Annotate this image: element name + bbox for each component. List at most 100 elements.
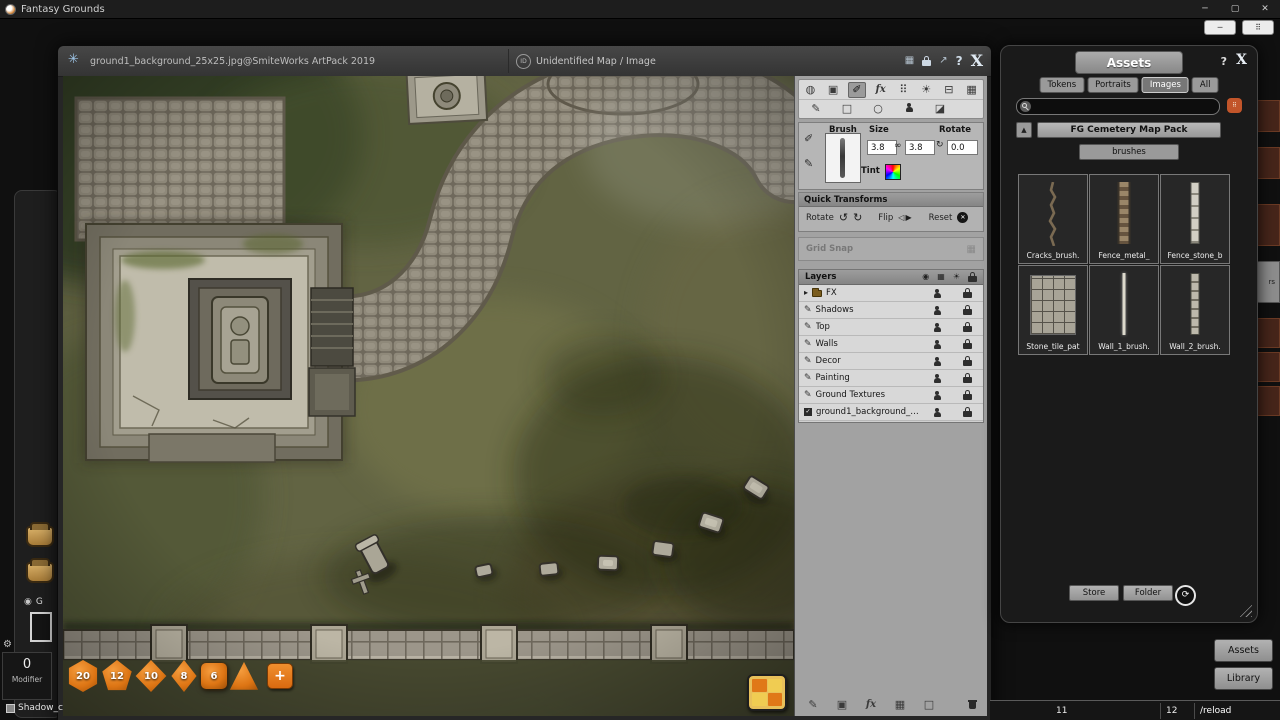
brushes-folder-button[interactable]: brushes bbox=[1079, 144, 1179, 160]
lock-icon[interactable] bbox=[922, 56, 931, 66]
asset-tile-wall-1[interactable]: Wall_1_brush. bbox=[1089, 265, 1159, 355]
player-visibility-icon[interactable] bbox=[933, 323, 941, 332]
search-input[interactable] bbox=[1016, 98, 1220, 115]
minimize-button[interactable]: ─ bbox=[1190, 0, 1220, 18]
asset-tile-fence-metal[interactable]: Fence_metal_ bbox=[1089, 174, 1159, 264]
eye-icon[interactable]: ◉ bbox=[922, 273, 929, 281]
flip-icons[interactable]: ◁▶ bbox=[898, 213, 912, 222]
die-d8[interactable]: 8 bbox=[169, 660, 199, 692]
layer-row-top[interactable]: ✎ Top bbox=[799, 319, 983, 336]
reset-button[interactable]: ✕ bbox=[957, 212, 968, 223]
rotate-cw-icon[interactable]: ↻ bbox=[853, 212, 862, 223]
asset-tile-cracks[interactable]: Cracks_brush. bbox=[1018, 174, 1088, 264]
expand-icon[interactable]: ↗ bbox=[939, 56, 947, 66]
player-visibility-icon[interactable] bbox=[933, 391, 941, 400]
dots-grid-icon[interactable]: ⠿ bbox=[895, 83, 911, 97]
maximize-button[interactable]: ▢ bbox=[1220, 0, 1250, 18]
lock-icon[interactable] bbox=[968, 272, 977, 282]
store-button[interactable]: Store bbox=[1069, 585, 1119, 601]
help-button[interactable]: ? bbox=[956, 54, 963, 68]
lock-icon[interactable] bbox=[963, 373, 972, 383]
quick-dice-button[interactable]: ⠿ bbox=[1242, 20, 1274, 35]
grid-icon[interactable]: ▦ bbox=[964, 83, 980, 97]
add-die-button[interactable]: + bbox=[267, 663, 293, 689]
tab-all[interactable]: All bbox=[1192, 77, 1219, 93]
assets-window-title[interactable]: Assets bbox=[1075, 51, 1183, 74]
hotkey-slot-12[interactable]: 12 bbox=[1166, 706, 1177, 716]
rotate-ccw-icon[interactable]: ↺ bbox=[839, 212, 848, 223]
layer-row-painting[interactable]: ✎ Painting bbox=[799, 370, 983, 387]
rotate-cw-icon[interactable]: ↻ bbox=[936, 140, 944, 150]
asset-tile-wall-2[interactable]: Wall_2_brush. bbox=[1160, 265, 1230, 355]
brush-size-y-input[interactable]: 3.8 bbox=[905, 140, 935, 155]
lock-icon[interactable] bbox=[963, 356, 972, 366]
checkbox-icon[interactable]: ✓ bbox=[804, 408, 812, 416]
close-button[interactable]: ✕ bbox=[1250, 0, 1280, 18]
die-d6[interactable]: 6 bbox=[201, 663, 227, 689]
globe-icon[interactable]: ◍ bbox=[802, 83, 818, 97]
duplicate-icon[interactable]: □ bbox=[921, 698, 937, 712]
map-close-button[interactable]: X bbox=[971, 53, 983, 69]
layer-row-fx[interactable]: ▸ FX bbox=[799, 285, 983, 302]
sun-icon[interactable]: ☀ bbox=[918, 83, 934, 97]
lock-icon[interactable] bbox=[963, 390, 972, 400]
map-viewport[interactable]: 20 12 10 8 6 + bbox=[63, 76, 794, 716]
layer-row-ground-textures[interactable]: ✎ Ground Textures bbox=[799, 387, 983, 404]
add-stack-icon[interactable]: ▣ bbox=[834, 698, 850, 712]
assets-close-button[interactable]: X bbox=[1236, 52, 1247, 68]
asset-tile-fence-stone[interactable]: Fence_stone_b bbox=[1160, 174, 1230, 264]
gamepad-icon[interactable]: ⊟ bbox=[941, 83, 957, 97]
lock-icon[interactable] bbox=[963, 339, 972, 349]
die-d4[interactable] bbox=[229, 660, 259, 692]
sun-icon[interactable]: ☀ bbox=[953, 273, 960, 281]
grid-icon[interactable]: ▦ bbox=[937, 273, 945, 281]
visibility-row[interactable]: ◉ G bbox=[24, 597, 43, 607]
add-fx-icon[interactable]: fx bbox=[863, 698, 879, 712]
lock-icon[interactable] bbox=[963, 305, 972, 315]
player-visibility-icon[interactable] bbox=[933, 408, 941, 417]
player-visibility-icon[interactable] bbox=[933, 306, 941, 315]
map-canvas[interactable] bbox=[63, 76, 794, 716]
layer-row-walls[interactable]: ✎ Walls bbox=[799, 336, 983, 353]
loot-bag-icon[interactable] bbox=[26, 562, 54, 583]
lock-icon[interactable] bbox=[963, 288, 972, 298]
asset-tile-stone-tile[interactable]: Stone_tile_pat bbox=[1018, 265, 1088, 355]
folder-button[interactable]: Folder bbox=[1123, 585, 1173, 601]
quickbar-button-1[interactable]: ─ bbox=[1204, 20, 1236, 35]
token-tool-icon[interactable] bbox=[901, 102, 917, 116]
grid-snap-toggle[interactable]: Grid Snap ▦ bbox=[798, 237, 984, 261]
tab-portraits[interactable]: Portraits bbox=[1087, 77, 1139, 93]
map-titlebar[interactable]: ✳ ground1_background_25x25.jpg@SmiteWork… bbox=[58, 46, 991, 77]
refresh-button[interactable]: ⟳ bbox=[1175, 585, 1196, 606]
chat-command-input[interactable]: /reload bbox=[1200, 706, 1231, 716]
token-frame[interactable] bbox=[30, 612, 52, 642]
pack-title-button[interactable]: FG Cemetery Map Pack bbox=[1037, 122, 1221, 138]
pencil-tool-icon[interactable]: ✎ bbox=[808, 102, 824, 116]
lock-icon[interactable] bbox=[963, 322, 972, 332]
player-visibility-icon[interactable] bbox=[933, 357, 941, 366]
player-visibility-icon[interactable] bbox=[933, 289, 941, 298]
pencil-icon[interactable]: ✎ bbox=[804, 158, 813, 169]
shadow-entry[interactable]: Shadow_c bbox=[6, 703, 63, 713]
resize-grip[interactable] bbox=[1238, 603, 1252, 617]
lock-icon[interactable] bbox=[963, 407, 972, 417]
die-d20[interactable]: 20 bbox=[67, 660, 99, 692]
brush-preview[interactable] bbox=[825, 133, 861, 183]
sidebar-item-library[interactable]: Library bbox=[1214, 667, 1273, 690]
layer-row-decor[interactable]: ✎ Decor bbox=[799, 353, 983, 370]
expand-caret-icon[interactable]: ▸ bbox=[804, 289, 808, 297]
trash-button[interactable] bbox=[968, 698, 977, 712]
tray-icon[interactable]: ▦ bbox=[905, 56, 914, 66]
brush-tool-icon[interactable]: ✐ bbox=[848, 82, 866, 98]
tab-tokens[interactable]: Tokens bbox=[1040, 77, 1085, 93]
link-icon[interactable]: ∞ bbox=[894, 141, 902, 151]
brush-rotate-input[interactable]: 0.0 bbox=[947, 140, 978, 155]
brush-size-x-input[interactable]: 3.8 bbox=[867, 140, 897, 155]
tint-color-swatch[interactable] bbox=[885, 164, 901, 180]
hotkey-slot-11[interactable]: 11 bbox=[1056, 706, 1067, 716]
circle-tool-icon[interactable]: ○ bbox=[870, 102, 886, 116]
loot-bag-icon[interactable] bbox=[26, 526, 54, 547]
brush-icon[interactable]: ✐ bbox=[804, 133, 813, 144]
assets-help-button[interactable]: ? bbox=[1221, 55, 1227, 68]
pin-icon[interactable]: ✳ bbox=[68, 53, 79, 66]
